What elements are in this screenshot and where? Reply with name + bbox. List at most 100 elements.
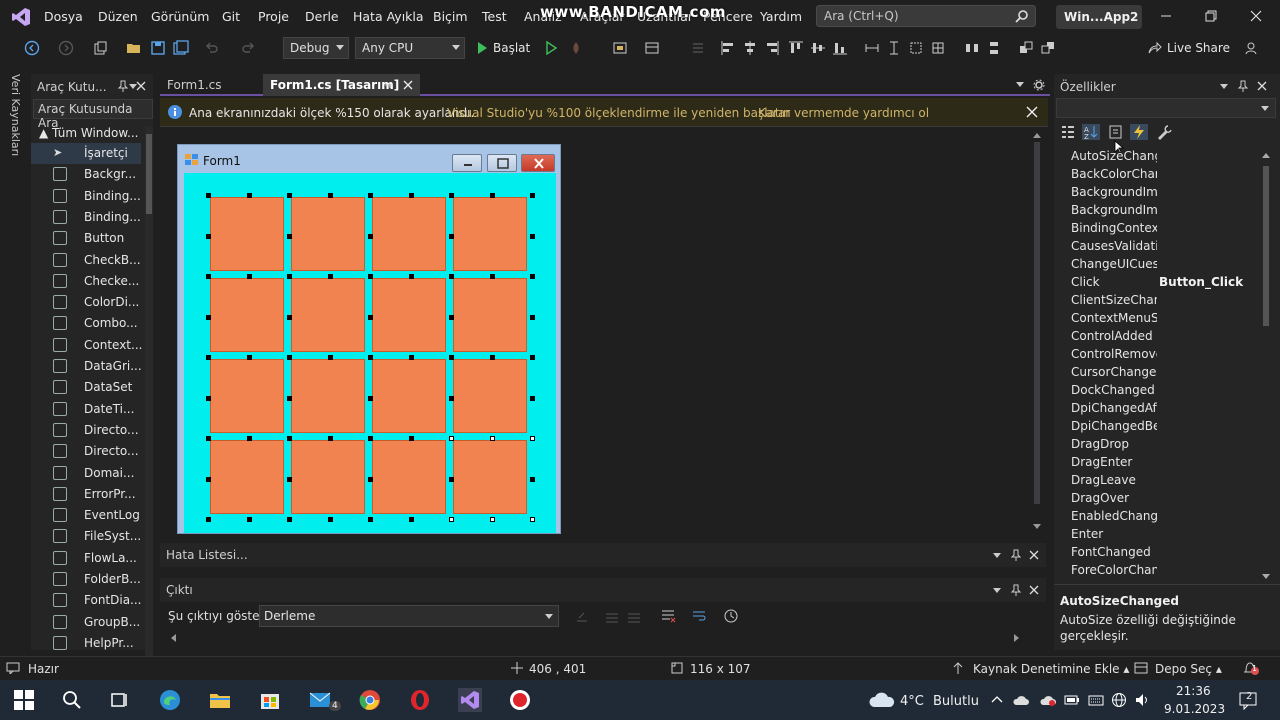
event-row[interactable]: CausesValidationChanged <box>1071 239 1257 257</box>
windows-start-icon[interactable] <box>12 688 36 712</box>
align-tops-icon[interactable] <box>788 40 804 56</box>
size-to-grid-icon[interactable] <box>930 40 946 56</box>
event-row[interactable]: ClientSizeChanged <box>1071 293 1257 311</box>
horizontal-spacing-icon[interactable] <box>964 40 980 56</box>
word-wrap-icon[interactable] <box>691 608 707 624</box>
start-play-icon[interactable] <box>474 40 490 56</box>
notifications-bell-icon[interactable] <box>1242 660 1260 676</box>
selection-handle[interactable] <box>530 274 535 279</box>
make-same-width-icon[interactable] <box>864 40 880 56</box>
help-decide-link[interactable]: Karar vermemde yardımcı ol <box>758 106 929 120</box>
selection-handle[interactable] <box>530 517 535 522</box>
grid-button[interactable] <box>372 197 446 271</box>
clear-all-icon[interactable] <box>660 608 676 624</box>
selection-handle[interactable] <box>449 476 454 482</box>
keyboard-icon[interactable] <box>1088 693 1104 707</box>
selection-handle[interactable] <box>449 274 454 279</box>
security-icon[interactable] <box>1040 693 1056 707</box>
forward-icon[interactable] <box>58 40 74 56</box>
grid-button[interactable] <box>210 278 284 352</box>
error-list-header[interactable]: Hata Listesi... <box>160 543 1046 567</box>
designer-vertical-scrollbar[interactable] <box>1032 132 1042 532</box>
back-icon[interactable] <box>24 40 40 56</box>
chevron-up-icon[interactable] <box>990 693 1004 707</box>
selection-handle[interactable] <box>206 436 211 441</box>
event-row[interactable]: BackgroundImageLayoutChanged <box>1071 203 1257 221</box>
form-client-area[interactable] <box>184 173 556 533</box>
event-row[interactable]: Click Button_Click <box>1071 275 1257 293</box>
microsoft-store-icon[interactable] <box>258 688 282 712</box>
start-button[interactable]: Başlat <box>493 41 530 55</box>
event-row[interactable]: ChangeUICues <box>1071 257 1257 275</box>
new-project-icon[interactable] <box>92 40 108 56</box>
grid-button[interactable] <box>291 278 365 352</box>
opera-browser-icon[interactable] <box>408 688 432 712</box>
event-row[interactable]: DragOver <box>1071 491 1257 509</box>
selection-handle[interactable] <box>368 436 373 441</box>
event-row[interactable]: BindingContextChanged <box>1071 221 1257 239</box>
save-icon[interactable] <box>150 40 166 56</box>
live-share-icon[interactable] <box>1146 40 1162 56</box>
events-lightning-icon[interactable] <box>1130 124 1148 140</box>
bandicam-record-icon[interactable] <box>508 688 532 712</box>
grid-button[interactable] <box>291 197 365 271</box>
toolbox-item[interactable]: ➤ İşaretçi <box>31 143 141 164</box>
menu-git[interactable]: Git <box>222 9 240 24</box>
toolbox-item[interactable]: FlowLa... <box>31 548 141 569</box>
selection-handle[interactable] <box>287 233 292 239</box>
event-row[interactable]: Enter <box>1071 527 1257 545</box>
scroll-right-icon[interactable] <box>1012 634 1020 642</box>
event-row[interactable]: FontChanged <box>1071 545 1257 563</box>
selection-handle[interactable] <box>449 193 454 198</box>
volume-icon[interactable] <box>1134 692 1150 708</box>
event-row[interactable]: ControlAdded <box>1071 329 1257 347</box>
tab-form1-designer[interactable]: Form1.cs [Tasarım] <box>263 74 420 96</box>
grid-button[interactable] <box>372 440 446 514</box>
chevron-down-icon[interactable] <box>1016 82 1024 88</box>
event-row[interactable]: EnabledChanged <box>1071 509 1257 527</box>
clock-icon[interactable] <box>723 608 739 624</box>
find-message-icon[interactable] <box>574 608 590 624</box>
menu-derle[interactable]: Derle <box>305 9 339 24</box>
selection-handle[interactable] <box>449 395 454 401</box>
live-share-button[interactable]: Live Share <box>1167 41 1230 55</box>
selection-handle[interactable] <box>206 314 211 320</box>
menu-proje[interactable]: Proje <box>258 9 289 24</box>
alphabetical-icon[interactable]: AZ <box>1082 124 1100 140</box>
close-icon[interactable] <box>1027 583 1041 597</box>
save-all-icon[interactable] <box>173 40 189 56</box>
battery-icon[interactable] <box>1064 693 1080 707</box>
selection-handle[interactable] <box>206 476 211 482</box>
toolbox-item[interactable]: HelpPr... <box>31 633 141 654</box>
next-message-icon[interactable] <box>626 608 642 624</box>
selection-handle[interactable] <box>530 314 535 320</box>
menu-gorunum[interactable]: Görünüm <box>151 9 209 24</box>
toolbox-item[interactable]: Context... <box>31 335 142 356</box>
scroll-up-icon[interactable] <box>1262 152 1270 158</box>
grid-button[interactable] <box>210 359 284 433</box>
toolbox-item[interactable]: CheckB... <box>31 250 141 271</box>
menu-dosya[interactable]: Dosya <box>44 9 83 24</box>
selection-handle[interactable] <box>327 517 333 522</box>
file-explorer-icon[interactable] <box>208 688 232 712</box>
close-icon[interactable] <box>403 80 413 90</box>
grid-button[interactable] <box>372 359 446 433</box>
form1-window[interactable]: Form1 <box>177 144 561 534</box>
selection-handle[interactable] <box>489 436 495 441</box>
selection-handle[interactable] <box>489 355 495 360</box>
event-row[interactable]: BackgroundImageChanged <box>1071 185 1257 203</box>
pin-icon[interactable] <box>1237 80 1249 92</box>
close-icon[interactable] <box>1248 8 1264 24</box>
toolbox-scrollbar[interactable] <box>145 126 153 686</box>
selection-handle[interactable] <box>449 314 454 320</box>
selection-handle[interactable] <box>408 517 414 522</box>
hot-reload-icon[interactable] <box>568 40 584 56</box>
selection-handle[interactable] <box>287 517 292 522</box>
toolbox-item[interactable]: Domai... <box>31 463 141 484</box>
toolbox-item[interactable]: Combo... <box>31 313 141 334</box>
categorized-icon[interactable] <box>1060 124 1076 140</box>
undo-icon[interactable] <box>204 40 220 56</box>
selection-handle[interactable] <box>246 436 252 441</box>
selection-handle[interactable] <box>246 274 252 279</box>
previous-message-icon[interactable] <box>604 608 620 624</box>
